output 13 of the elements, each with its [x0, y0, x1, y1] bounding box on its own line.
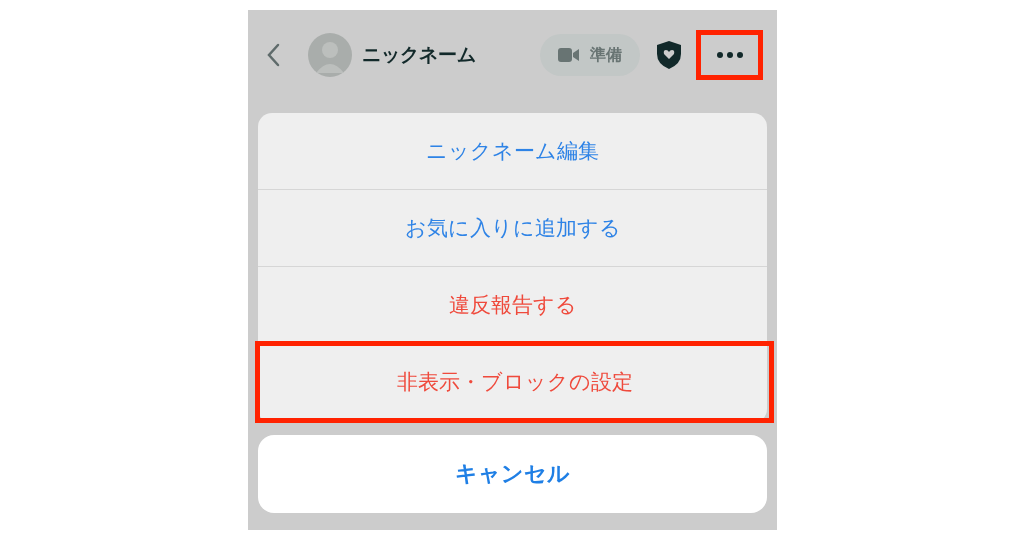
more-icon [716, 52, 743, 58]
shield-heart-icon[interactable] [656, 40, 682, 70]
back-icon[interactable] [266, 43, 280, 67]
video-camera-icon [558, 48, 580, 62]
avatar-icon [308, 33, 352, 77]
contact-name: ニックネーム [362, 42, 476, 67]
cancel-button[interactable]: キャンセル [258, 435, 767, 513]
action-item[interactable]: ニックネーム編集 [258, 113, 767, 190]
action-item[interactable]: 違反報告する [258, 267, 767, 344]
call-button[interactable]: 準備 [540, 34, 640, 76]
more-button[interactable] [696, 30, 763, 80]
action-item[interactable]: 非表示・ブロックの設定 [255, 341, 774, 423]
action-item[interactable]: お気に入りに追加する [258, 190, 767, 267]
